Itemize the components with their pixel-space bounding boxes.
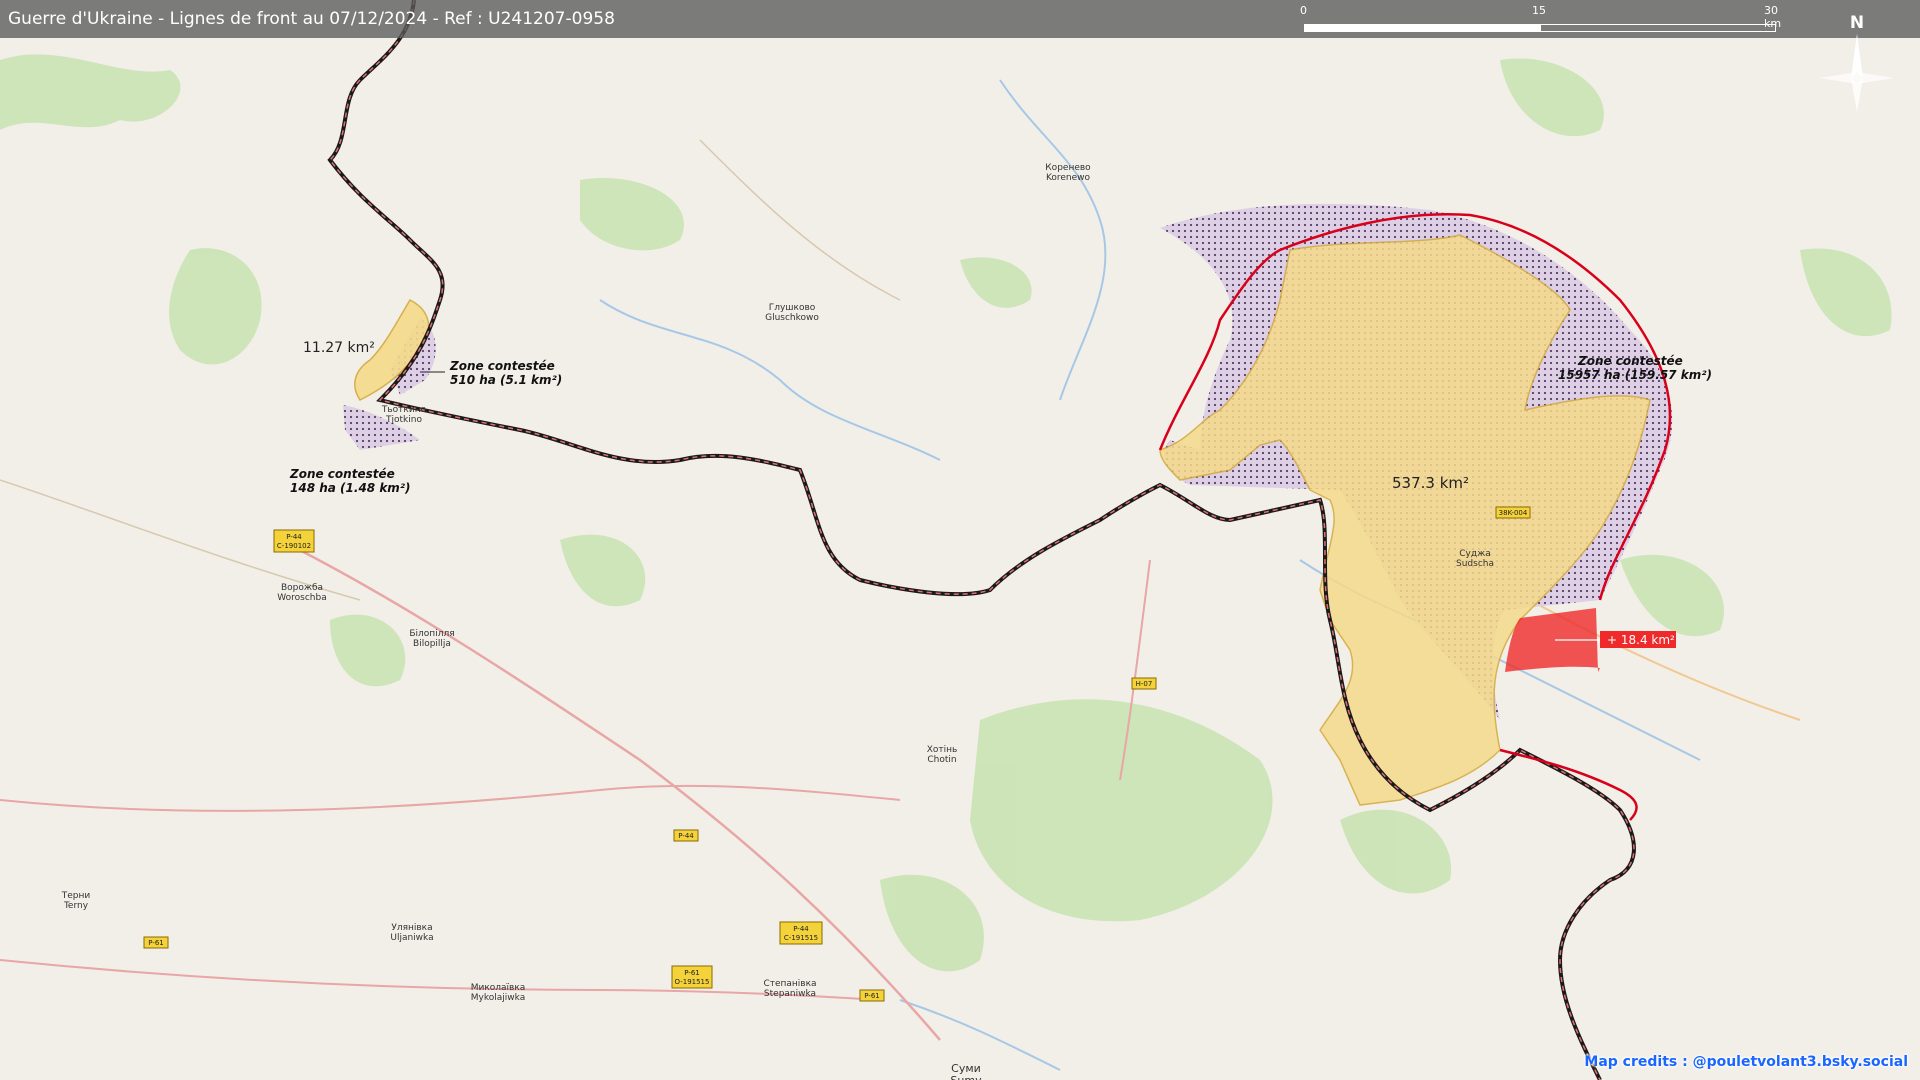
map-title: Guerre d'Ukraine - Lignes de front au 07… <box>8 9 615 29</box>
place-stepaniwka: Степанівка Stepaniwka <box>763 979 816 999</box>
scale-tick-0: 0 <box>1300 4 1307 17</box>
shield-p61c: P-61 <box>859 989 885 1002</box>
scale-bar-white <box>1304 24 1540 32</box>
north-arrow-icon: N <box>1820 13 1894 112</box>
gain-label: + 18.4 km² <box>1607 633 1675 647</box>
svg-text:P-44: P-44 <box>678 832 694 840</box>
svg-text:38K-004: 38K-004 <box>1499 509 1528 517</box>
map-credits: Map credits : @pouletvolant3.bsky.social <box>1584 1054 1908 1070</box>
scale-bar: 0 15 30 km <box>1300 4 1781 34</box>
contested-3-detail: 15957 ha (159.57 km²) <box>1558 368 1712 382</box>
place-chotin: Хотінь Chotin <box>927 745 958 765</box>
shield-p61a: P-61 <box>143 936 169 949</box>
contested-3-title: Zone contestée <box>1577 354 1683 368</box>
scale-tick-15: 15 <box>1532 4 1546 17</box>
place-sumy: СумиSumy <box>950 1062 982 1080</box>
north-label: N <box>1850 13 1864 33</box>
contested-1-title: Zone contestée <box>449 359 555 373</box>
north-pocket-label: 11.27 km² <box>303 340 375 356</box>
scale-bar-empty <box>1540 24 1776 32</box>
place-uljaniwka: Улянівка Uljaniwka <box>390 923 433 943</box>
main-area-label: 537.3 km² <box>1392 474 1469 492</box>
shield-p44b: P-44 <box>673 829 699 842</box>
place-sudscha: Суджа Sudscha <box>1456 549 1494 569</box>
shield-p44c: P-44 C-191515 <box>779 921 823 945</box>
shield-h07: H-07 <box>1131 677 1157 690</box>
place-terny: Терни Terny <box>61 891 91 911</box>
place-mykolajiwka: Миколаївка Mykolajiwka <box>471 983 526 1003</box>
svg-text:P-61: P-61 <box>148 939 164 947</box>
place-gluschkowo: Глушково Gluschkowo <box>765 303 819 323</box>
shield-p44a: P-44 C-190102 <box>273 529 315 553</box>
contested-1-detail: 510 ha (5.1 km²) <box>450 373 562 387</box>
svg-text:P-61: P-61 <box>864 992 880 1000</box>
contested-2-detail: 148 ha (1.48 km²) <box>290 481 411 495</box>
map-canvas[interactable]: 11.27 km² Zone contestée 510 ha (5.1 km²… <box>0 0 1920 1080</box>
place-bilopillja: Білопілля Bilopillja <box>409 629 454 649</box>
place-tjotkino: Тьоткино Tjotkino <box>381 405 427 425</box>
place-woroschba: Ворожба Woroschba <box>277 583 326 603</box>
contested-2-title: Zone contestée <box>289 467 395 481</box>
svg-text:H-07: H-07 <box>1136 680 1153 688</box>
shield-p61b: P-61 O-191515 <box>671 965 713 989</box>
shield-k004: 38K-004 <box>1495 506 1531 519</box>
place-korenewo: Кореневo Korenewo <box>1045 163 1091 183</box>
gain-badge: + 18.4 km² <box>1600 631 1676 648</box>
